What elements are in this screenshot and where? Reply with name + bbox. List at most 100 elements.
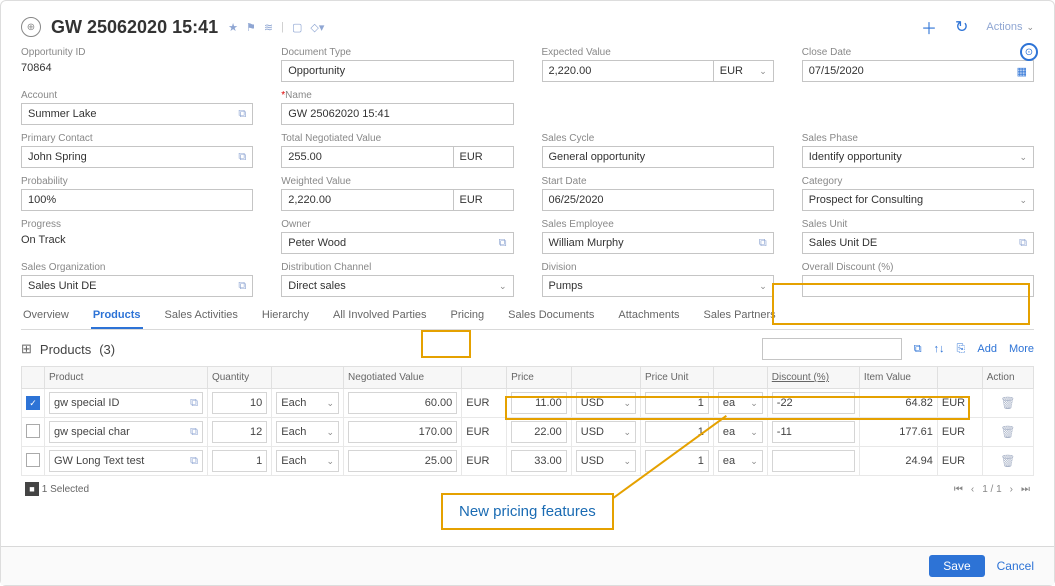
delete-row-icon[interactable]: 🗑	[1000, 425, 1015, 439]
sales-phase-input[interactable]: Identify opportunity⌄	[802, 146, 1034, 168]
col-header[interactable]	[937, 367, 982, 389]
chat-icon[interactable]: ▢	[292, 21, 302, 34]
price-currency-cell[interactable]: USD⌄	[576, 421, 636, 443]
col-header[interactable]	[272, 367, 344, 389]
product-search-input[interactable]	[762, 338, 902, 360]
calendar-icon[interactable]: ▦	[1017, 65, 1027, 78]
price-cell[interactable]: 33.00	[511, 450, 567, 472]
lookup-icon[interactable]: ⧉	[499, 237, 507, 250]
row-checkbox[interactable]: ✓	[26, 396, 40, 410]
start-date-input[interactable]: 06/25/2020	[542, 189, 774, 211]
col-header[interactable]	[462, 367, 507, 389]
lookup-icon[interactable]: ⧉	[238, 108, 246, 121]
qty-cell[interactable]: 1	[212, 450, 267, 472]
info-badge-icon[interactable]: ⊙	[1020, 43, 1038, 61]
row-checkbox[interactable]	[26, 453, 40, 467]
delete-row-icon[interactable]: 🗑	[1000, 454, 1015, 468]
price-cell[interactable]: 22.00	[511, 421, 567, 443]
favorite-icon[interactable]: ★	[228, 21, 238, 34]
product-cell[interactable]: GW Long Text test⧉	[49, 450, 203, 472]
paste-icon[interactable]: ⎘	[957, 343, 966, 356]
pager[interactable]: ⏮ ‹ 1 / 1 › ⏭	[954, 484, 1030, 495]
qty-cell[interactable]: 12	[212, 421, 267, 443]
sales-cycle-input[interactable]: General opportunity	[542, 146, 774, 168]
pager-prev-icon[interactable]: ‹	[971, 484, 974, 495]
neg-cell[interactable]: 170.00	[348, 421, 457, 443]
close-date-input[interactable]: 07/15/2020▦	[802, 60, 1034, 82]
document-type-input[interactable]: Opportunity	[281, 60, 513, 82]
save-button[interactable]: Save	[929, 555, 984, 577]
discount-cell[interactable]: -11	[772, 421, 855, 443]
sort-icon[interactable]: ↑↓	[934, 343, 945, 355]
tab-sales-documents[interactable]: Sales Documents	[506, 303, 596, 329]
col-header[interactable]	[571, 367, 640, 389]
name-input[interactable]: GW 25062020 15:41	[281, 103, 513, 125]
tab-overview[interactable]: Overview	[21, 303, 71, 329]
add-product-button[interactable]: Add	[977, 343, 997, 355]
dist-channel-input[interactable]: Direct sales⌄	[281, 275, 513, 297]
primary-contact-input[interactable]: John Spring⧉	[21, 146, 253, 168]
total-negotiated-input[interactable]: 255.00EUR	[281, 146, 513, 168]
category-input[interactable]: Prospect for Consulting⌄	[802, 189, 1034, 211]
col-header[interactable]: Product	[45, 367, 208, 389]
col-header[interactable]: Item Value	[859, 367, 937, 389]
cancel-button[interactable]: Cancel	[997, 559, 1034, 573]
uom-cell[interactable]: Each⌄	[276, 421, 339, 443]
delete-row-icon[interactable]: 🗑	[1000, 396, 1015, 410]
tab-hierarchy[interactable]: Hierarchy	[260, 303, 311, 329]
qty-cell[interactable]: 10	[212, 392, 267, 414]
owner-input[interactable]: Peter Wood⧉	[281, 232, 513, 254]
col-header[interactable]	[713, 367, 767, 389]
account-input[interactable]: Summer Lake⧉	[21, 103, 253, 125]
flag-icon[interactable]: ⚑	[246, 21, 256, 34]
priceunit-uom-cell[interactable]: ea⌄	[718, 450, 763, 472]
row-checkbox[interactable]	[26, 424, 40, 438]
expected-value-input[interactable]: 2,220.00EUR⌄	[542, 60, 774, 82]
discount-cell[interactable]: -22	[772, 392, 855, 414]
sales-org-input[interactable]: Sales Unit DE⧉	[21, 275, 253, 297]
add-icon[interactable]: ＋	[921, 15, 937, 39]
table-icon[interactable]: ⊞	[21, 341, 32, 357]
col-header[interactable]	[22, 367, 45, 389]
col-header[interactable]: Price Unit	[641, 367, 714, 389]
tab-all-involved-parties[interactable]: All Involved Parties	[331, 303, 429, 329]
uom-cell[interactable]: Each⌄	[276, 450, 339, 472]
priceunit-cell[interactable]: 1	[645, 392, 709, 414]
col-header[interactable]: Action	[982, 367, 1033, 389]
overall-discount-input[interactable]	[802, 275, 1034, 297]
col-header[interactable]: Negotiated Value	[344, 367, 462, 389]
tab-products[interactable]: Products	[91, 303, 143, 329]
uom-cell[interactable]: Each⌄	[276, 392, 339, 414]
pager-last-icon[interactable]: ⏭	[1021, 484, 1030, 495]
tab-attachments[interactable]: Attachments	[616, 303, 681, 329]
feed-icon[interactable]: ≋	[264, 21, 273, 34]
lookup-icon[interactable]: ⧉	[1019, 237, 1027, 250]
price-currency-cell[interactable]: USD⌄	[576, 450, 636, 472]
division-input[interactable]: Pumps⌄	[542, 275, 774, 297]
priceunit-uom-cell[interactable]: ea⌄	[718, 392, 763, 414]
more-button[interactable]: More	[1009, 343, 1034, 355]
actions-menu[interactable]: Actions ⌄	[986, 21, 1034, 33]
col-header[interactable]: Discount (%)	[767, 367, 859, 389]
product-cell[interactable]: gw special ID⧉	[49, 392, 203, 414]
neg-cell[interactable]: 60.00	[348, 392, 457, 414]
tab-sales-partners[interactable]: Sales Partners	[702, 303, 778, 329]
tag-icon[interactable]: ◇▾	[310, 21, 324, 34]
pager-first-icon[interactable]: ⏮	[954, 484, 963, 495]
lookup-icon[interactable]: ⧉	[759, 237, 767, 250]
col-header[interactable]: Price	[507, 367, 572, 389]
lookup-icon[interactable]: ⧉	[238, 280, 246, 293]
pager-next-icon[interactable]: ›	[1010, 484, 1013, 495]
probability-input[interactable]: 100%	[21, 189, 253, 211]
product-cell[interactable]: gw special char⧉	[49, 421, 203, 443]
sales-unit-input[interactable]: Sales Unit DE⧉	[802, 232, 1034, 254]
tab-pricing[interactable]: Pricing	[449, 303, 487, 329]
neg-cell[interactable]: 25.00	[348, 450, 457, 472]
priceunit-uom-cell[interactable]: ea⌄	[718, 421, 763, 443]
tab-sales-activities[interactable]: Sales Activities	[163, 303, 240, 329]
discount-cell[interactable]	[772, 450, 855, 472]
sales-employee-input[interactable]: William Murphy⧉	[542, 232, 774, 254]
refresh-icon[interactable]: ↻	[955, 17, 968, 37]
price-cell[interactable]: 11.00	[511, 392, 567, 414]
weighted-value-input[interactable]: 2,220.00EUR	[281, 189, 513, 211]
